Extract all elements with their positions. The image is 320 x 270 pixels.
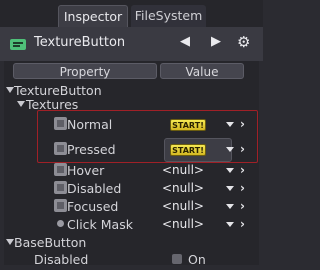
dropdown-arrow-icon[interactable]	[226, 222, 234, 227]
history-forward-icon[interactable]: ▶	[211, 34, 221, 49]
dropdown-arrow-icon[interactable]	[226, 122, 234, 127]
property-row-pressed: Pressed START! ›	[4, 138, 259, 162]
history-back-icon[interactable]: ◀	[180, 34, 190, 49]
collapse-arrow-icon[interactable]	[17, 101, 25, 107]
property-label: Hover	[67, 163, 105, 178]
property-label: Focused	[67, 199, 119, 214]
column-header-value: Value	[160, 63, 244, 79]
property-row-normal: Normal START! ›	[4, 115, 259, 135]
bitmap-slot-icon	[54, 217, 67, 230]
property-value[interactable]: <null>	[162, 217, 204, 231]
chevron-right-icon[interactable]: ›	[240, 163, 245, 177]
texture-preview-normal[interactable]: START!	[170, 119, 206, 131]
group-textures[interactable]: Textures	[4, 95, 259, 115]
property-label: Pressed	[67, 142, 116, 157]
checkbox[interactable]	[172, 254, 182, 264]
collapse-arrow-icon[interactable]	[6, 87, 14, 93]
property-row-hover: Hover <null> ›	[4, 161, 259, 181]
dropdown-arrow-icon[interactable]	[226, 204, 234, 209]
chevron-right-icon[interactable]: ›	[240, 217, 245, 231]
texture-button-icon	[10, 39, 26, 50]
section-label: BaseButton	[14, 235, 87, 250]
group-label: Textures	[26, 97, 79, 112]
property-row-base-disabled: Disabled On	[4, 250, 259, 270]
chevron-right-icon[interactable]: ›	[240, 142, 245, 156]
property-row-focused: Focused <null> ›	[4, 197, 259, 217]
texture-slot-icon	[54, 181, 67, 194]
texture-slot-icon	[54, 142, 67, 155]
property-row-disabled: Disabled <null> ›	[4, 179, 259, 199]
collapse-arrow-icon[interactable]	[6, 239, 14, 245]
gear-icon[interactable]: ⚙	[237, 33, 250, 51]
chevron-right-icon[interactable]: ›	[240, 181, 245, 195]
dropdown-arrow-icon[interactable]	[226, 186, 234, 191]
texture-slot-icon	[54, 199, 67, 212]
property-label: Disabled	[67, 181, 122, 196]
texture-preview-pressed[interactable]: START!	[170, 144, 206, 156]
dropdown-arrow-icon[interactable]	[226, 147, 234, 152]
inspector-header: TextureButton ◀ ▶ ⚙	[0, 27, 263, 61]
property-label: Click Mask	[67, 217, 133, 232]
property-value[interactable]: <null>	[162, 163, 204, 177]
chevron-right-icon[interactable]: ›	[240, 117, 245, 131]
resource-title: TextureButton	[34, 35, 126, 50]
chevron-right-icon[interactable]: ›	[240, 199, 245, 213]
texture-slot-icon	[54, 163, 67, 176]
property-value[interactable]: <null>	[162, 199, 204, 213]
property-value[interactable]: <null>	[162, 181, 204, 195]
property-label: Normal	[67, 117, 113, 132]
dock-tab-bar: Inspector FileSystem	[0, 0, 263, 27]
dropdown-arrow-icon[interactable]	[226, 168, 234, 173]
tab-inspector[interactable]: Inspector	[58, 5, 128, 27]
tab-filesystem[interactable]: FileSystem	[131, 5, 206, 27]
column-header-property: Property	[13, 63, 157, 79]
property-row-click-mask: Click Mask <null> ›	[4, 215, 259, 235]
texture-slot-icon	[54, 117, 67, 130]
